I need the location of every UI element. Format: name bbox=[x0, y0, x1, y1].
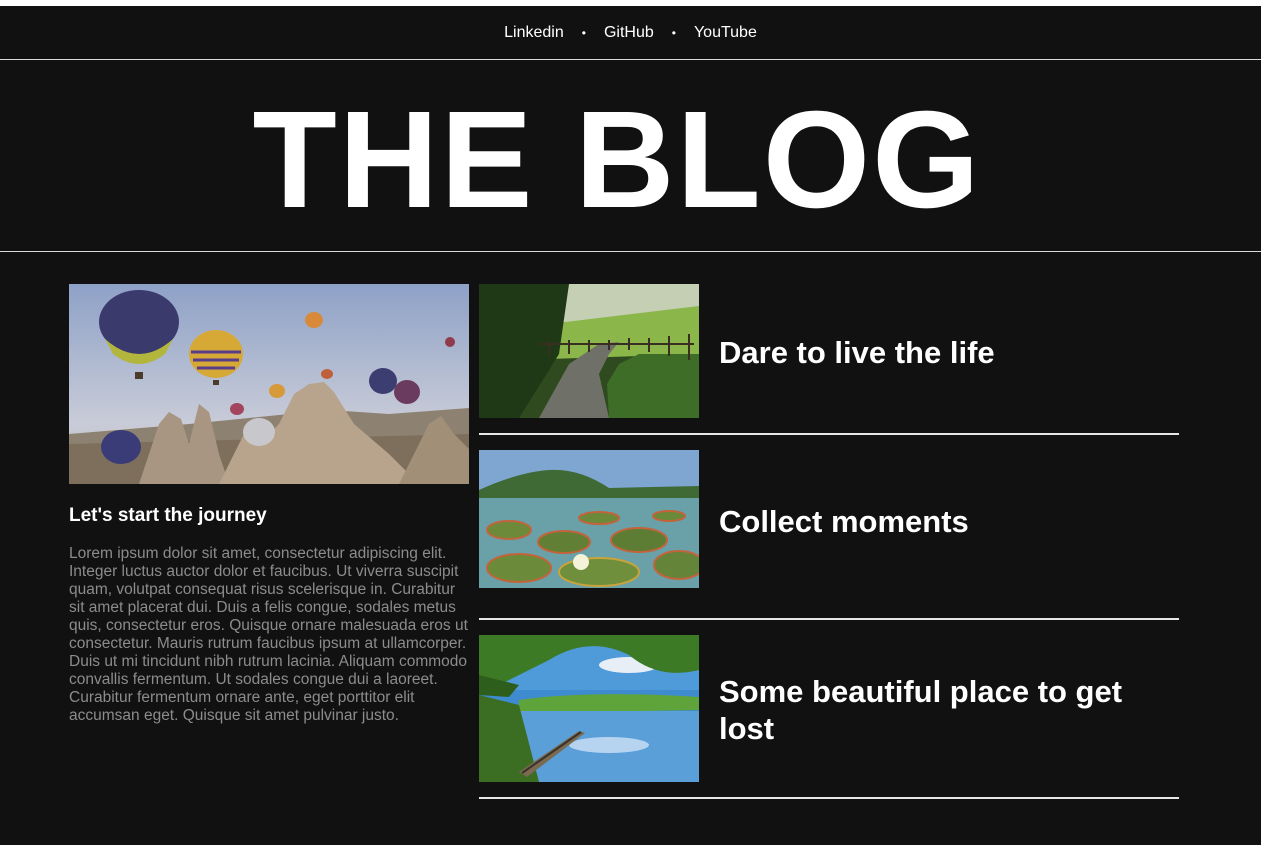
post-item[interactable]: Some beautiful place to get lost bbox=[479, 635, 1179, 799]
page: Linkedin • GitHub • YouTube THE BLOG Let… bbox=[0, 6, 1261, 845]
blog-header: THE BLOG bbox=[0, 60, 1261, 252]
featured-post-body: Lorem ipsum dolor sit amet, consectetur … bbox=[69, 545, 468, 724]
nav-separator: • bbox=[581, 25, 586, 40]
post-title[interactable]: Dare to live the life bbox=[719, 334, 995, 371]
nav-link-youtube[interactable]: YouTube bbox=[694, 24, 757, 42]
featured-post: Let's start the journey Lorem ipsum dolo… bbox=[69, 284, 469, 725]
post-list: Dare to live the life Collect moments So… bbox=[479, 284, 1179, 799]
nav-link-linkedin[interactable]: Linkedin bbox=[504, 24, 564, 42]
post-item[interactable]: Collect moments bbox=[479, 450, 1179, 620]
nav-link-github[interactable]: GitHub bbox=[604, 24, 654, 42]
lake-boat-image[interactable] bbox=[479, 635, 699, 782]
nav-separator: • bbox=[671, 25, 676, 40]
hot-air-balloons-image[interactable] bbox=[69, 284, 469, 484]
country-path-image[interactable] bbox=[479, 284, 699, 418]
post-title[interactable]: Some beautiful place to get lost bbox=[719, 673, 1179, 747]
featured-post-title[interactable]: Let's start the journey bbox=[69, 505, 469, 527]
lily-pond-image[interactable] bbox=[479, 450, 699, 588]
post-title[interactable]: Collect moments bbox=[719, 503, 969, 540]
blog-title: THE BLOG bbox=[252, 82, 982, 237]
top-nav: Linkedin • GitHub • YouTube bbox=[0, 6, 1261, 60]
post-item[interactable]: Dare to live the life bbox=[479, 284, 1179, 435]
